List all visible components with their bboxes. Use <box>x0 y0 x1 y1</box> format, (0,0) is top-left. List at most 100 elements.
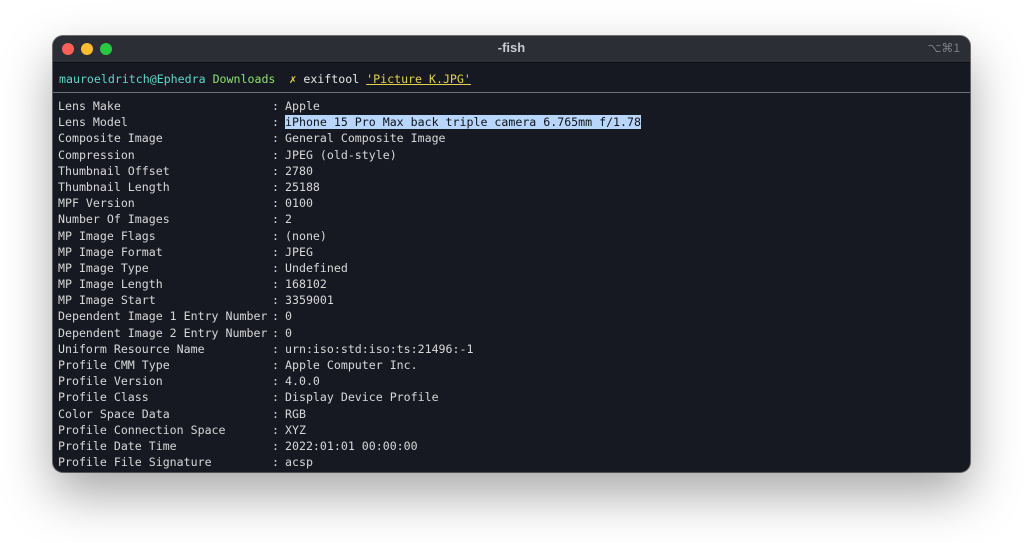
window-title: -fish <box>497 40 526 55</box>
tag-name: Profile CMM Type <box>58 358 170 372</box>
tag-name: MP Image Type <box>58 260 149 275</box>
output-separator <box>53 92 970 93</box>
separator-colon: : <box>272 293 279 308</box>
tag-value[interactable]: acsp <box>285 455 313 469</box>
separator-colon: : <box>272 406 279 421</box>
separator-colon: : <box>272 99 279 113</box>
tag-value[interactable]: XYZ <box>285 423 306 437</box>
output-row: Color Space Data: RGB <box>58 406 641 422</box>
output-row: Profile Connection Space: XYZ <box>58 422 641 438</box>
tag-name: Dependent Image 1 Entry Number <box>58 309 268 324</box>
output-row: Lens Make: Apple <box>58 98 641 114</box>
separator-colon: : <box>272 325 279 340</box>
separator-colon: : <box>272 147 279 162</box>
tag-value[interactable]: (none) <box>285 229 327 243</box>
separator-colon: : <box>272 374 279 389</box>
tag-value[interactable]: 2 <box>285 212 292 226</box>
tag-name: Profile Class <box>58 390 149 405</box>
separator-colon: : <box>272 309 279 324</box>
separator-colon: : <box>272 277 279 292</box>
separator-colon: : <box>272 341 279 356</box>
separator-colon: : <box>272 115 279 130</box>
tag-value[interactable]: JPEG (old-style) <box>285 148 397 162</box>
prompt-directory: Downloads <box>212 72 276 86</box>
tag-value[interactable]: General Composite Image <box>285 131 446 145</box>
output-row: Profile File Signature: acsp <box>58 454 641 470</box>
separator-colon: : <box>272 179 279 194</box>
separator-colon: : <box>272 228 279 243</box>
output-row: Composite Image: General Composite Image <box>58 130 641 146</box>
tag-value[interactable]: 4.0.0 <box>285 374 320 388</box>
output-row: Number Of Images:2 <box>58 211 641 227</box>
exif-output[interactable]: Lens Make: Apple Lens Model: iPhone 15 Pro … <box>58 98 641 470</box>
separator-colon: : <box>272 422 279 437</box>
tag-name: Profile Connection Space <box>58 422 226 437</box>
tag-value[interactable]: Apple Computer Inc. <box>285 358 418 372</box>
tag-value[interactable]: 3359001 <box>285 293 334 307</box>
output-row: Dependent Image 1 Entry Number:0 <box>58 308 641 324</box>
output-row: Uniform Resource Name: urn:iso:std:iso:ts… <box>58 341 641 357</box>
output-row: Dependent Image 2 Entry Number:0 <box>58 325 641 341</box>
tag-value[interactable]: Display Device Profile <box>285 390 439 404</box>
tab-shortcut-label: ⌥⌘1 <box>927 41 960 55</box>
tag-value[interactable]: 168102 <box>285 277 327 291</box>
tag-name: Lens Make <box>58 99 121 113</box>
prompt-argument[interactable]: 'Picture K.JPG' <box>366 72 471 86</box>
output-row: MP Image Length:168102 <box>58 276 641 292</box>
tag-name: Profile Version <box>58 374 163 389</box>
output-row: Profile Version:4.0.0 <box>58 373 641 389</box>
tag-name: Lens Model <box>58 115 128 130</box>
tag-name: MP Image Flags <box>58 228 156 243</box>
command-prompt[interactable]: mauroeldritch@Ephedra Downloads ✗ exifto… <box>59 71 471 87</box>
separator-colon: : <box>272 358 279 372</box>
tag-name: MPF Version <box>58 196 135 211</box>
tag-value[interactable]: urn:iso:std:iso:ts:21496:-1 <box>285 342 473 356</box>
output-row: MP Image Start:3359001 <box>58 292 641 308</box>
tag-name: Uniform Resource Name <box>58 341 205 356</box>
separator-colon: : <box>272 131 279 146</box>
output-row: MP Image Type: Undefined <box>58 260 641 276</box>
tag-value[interactable]: 2022:01:01 00:00:00 <box>285 439 418 453</box>
output-row: MP Image Format: JPEG <box>58 244 641 260</box>
prompt-command: exiftool <box>303 72 360 86</box>
output-row: MP Image Flags: (none) <box>58 228 641 244</box>
separator-colon: : <box>272 455 279 470</box>
terminal-window: -fish ⌥⌘1 mauroeldritch@Ephedra Download… <box>53 36 970 472</box>
separator-colon: : <box>272 438 279 453</box>
tag-name: Composite Image <box>58 131 163 146</box>
selected-tag-value[interactable]: iPhone 15 Pro Max back triple camera 6.7… <box>285 115 641 130</box>
tag-name: Compression <box>58 147 135 162</box>
separator-colon: : <box>272 390 279 405</box>
tag-name: MP Image Length <box>58 277 163 292</box>
separator-colon: : <box>272 260 279 275</box>
prompt-user-host: mauroeldritch@Ephedra <box>59 72 206 86</box>
tag-name: Color Space Data <box>58 406 170 421</box>
tag-value[interactable]: RGB <box>285 407 306 421</box>
tag-value[interactable]: Apple <box>285 99 320 113</box>
tag-value[interactable]: 0100 <box>285 196 313 210</box>
output-row: Thumbnail Offset:2780 <box>58 163 641 179</box>
output-row: Profile CMM Type: Apple Computer Inc. <box>58 357 641 373</box>
tag-value[interactable]: JPEG <box>285 245 313 259</box>
tag-name: Thumbnail Length <box>58 179 170 194</box>
separator-colon: : <box>272 212 279 227</box>
tag-value[interactable]: 0 <box>285 326 292 340</box>
separator-colon: : <box>272 196 279 211</box>
output-row: Compression: JPEG (old-style) <box>58 147 641 163</box>
tag-name: Profile File Signature <box>58 455 212 470</box>
separator-colon: : <box>272 244 279 259</box>
tag-name: MP Image Format <box>58 244 163 259</box>
prompt-status-mark: ✗ <box>289 72 297 86</box>
output-row: Thumbnail Length:25188 <box>58 179 641 195</box>
tag-value[interactable]: 0 <box>285 309 292 323</box>
tag-value[interactable]: Undefined <box>285 261 348 275</box>
output-row: Lens Model: iPhone 15 Pro Max back triple… <box>58 114 641 130</box>
tag-value[interactable]: 25188 <box>285 180 320 194</box>
title-bar[interactable]: -fish ⌥⌘1 <box>53 36 970 63</box>
separator-colon: : <box>272 163 279 178</box>
tag-name: Number Of Images <box>58 212 170 227</box>
tag-value[interactable]: 2780 <box>285 164 313 178</box>
tag-name: Profile Date Time <box>58 438 177 453</box>
output-row: Profile Class: Display Device Profile <box>58 389 641 405</box>
tag-name: Dependent Image 2 Entry Number <box>58 325 268 340</box>
